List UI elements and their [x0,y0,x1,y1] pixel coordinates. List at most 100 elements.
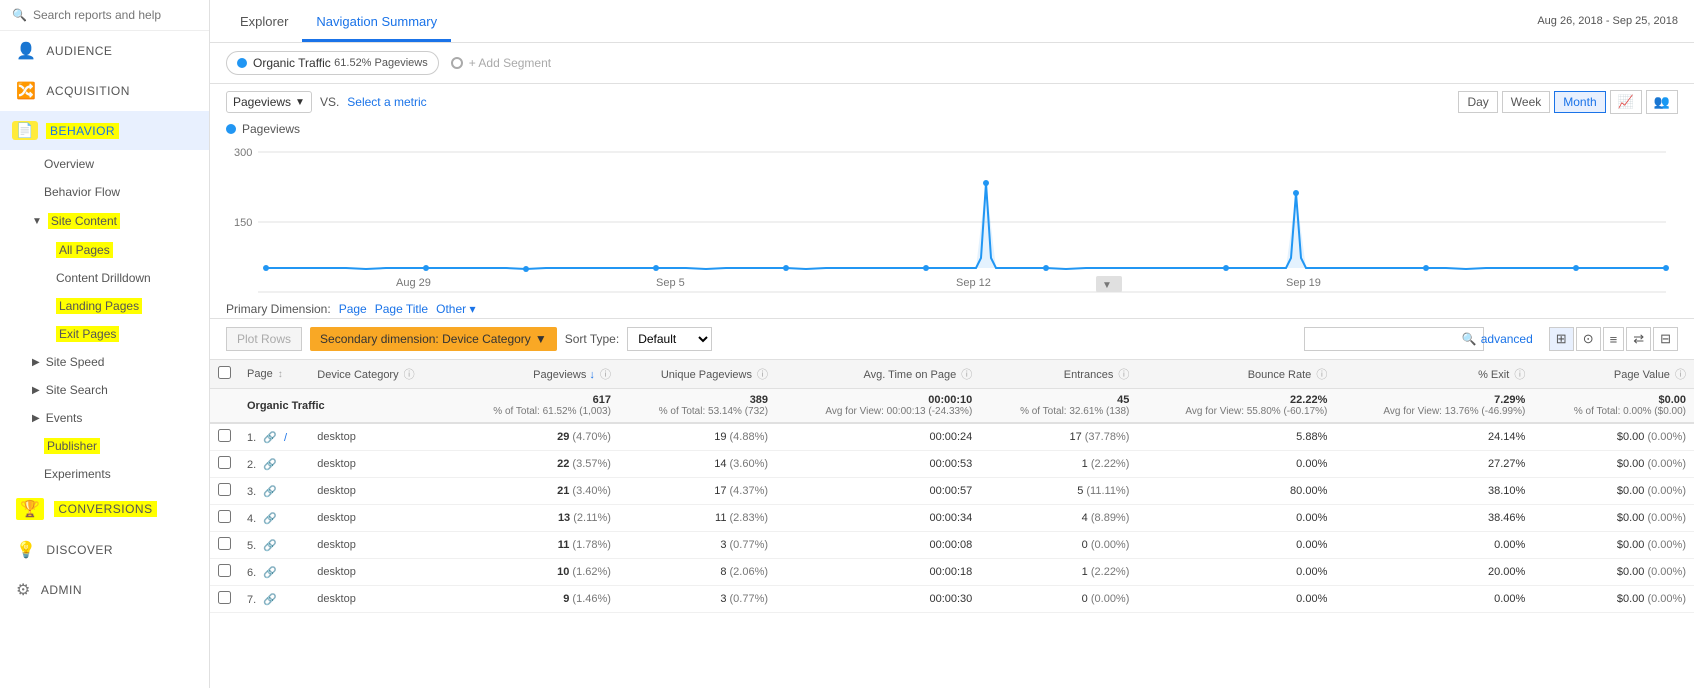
plot-rows-button[interactable]: Plot Rows [226,327,302,351]
list-view-button[interactable]: ≡ [1603,327,1625,351]
row-checkbox-2[interactable] [218,483,231,496]
top-bar: Explorer Navigation Summary Aug 26, 2018… [210,0,1694,43]
row-entrances-cell-5: 1 (2.22%) [980,559,1137,586]
sidebar-item-exit-pages[interactable]: Exit Pages [0,320,209,348]
dim-pagetitle-link[interactable]: Page Title [375,302,428,316]
row-icon-4: 🔗 [263,540,277,552]
sidebar-item-site-search[interactable]: ▶ Site Search [0,376,209,404]
line-chart-button[interactable]: 📈 [1610,90,1642,114]
pivot-view-button[interactable]: ⊟ [1653,327,1678,351]
week-button[interactable]: Week [1502,91,1550,113]
sidebar-item-site-content[interactable]: ▼ Site Content [0,206,209,236]
select-all-checkbox-header[interactable] [210,360,239,389]
row-bounce-rate-cell-1: 0.00% [1137,451,1335,478]
row-checkbox-3[interactable] [218,510,231,523]
sidebar-item-landing-pages[interactable]: Landing Pages [0,292,209,320]
expand-icon-2: ▶ [32,357,40,368]
device-cat-info-icon: ⓘ [404,369,415,381]
table-search-icon[interactable]: 🔍 [1462,332,1477,346]
grid-view-button[interactable]: ⊞ [1549,327,1574,351]
row-unique-pv-cell-4: 3 (0.77%) [619,532,776,559]
admin-icon: ⚙ [16,580,31,600]
row-checkbox-6[interactable] [218,591,231,604]
sidebar-item-admin[interactable]: ⚙ ADMIN [0,570,209,610]
row-page-link-0[interactable]: / [284,432,287,444]
sidebar-item-behavior[interactable]: 📄 BEHAVIOR [0,111,209,150]
search-icon: 🔍 [12,8,27,22]
pct-exit-info-icon: ⓘ [1514,369,1525,381]
bounce-rate-column-header[interactable]: Bounce Rate ⓘ [1137,360,1335,389]
add-segment-wrap[interactable]: + Add Segment [451,56,551,70]
row-checkbox-1[interactable] [218,456,231,469]
row-pageviews-cell-3: 13 (2.11%) [451,505,619,532]
sort-type-select[interactable]: Default [627,327,712,351]
segment-bar: Organic Traffic 61.52% Pageviews + Add S… [210,43,1694,84]
page-column-header[interactable]: Page ↕ [239,360,309,389]
select-metric-link[interactable]: Select a metric [347,95,426,109]
month-button[interactable]: Month [1554,91,1605,113]
row-checkbox-5[interactable] [218,564,231,577]
unique-pageviews-column-header[interactable]: Unique Pageviews ⓘ [619,360,776,389]
row-entrances-cell-4: 0 (0.00%) [980,532,1137,559]
sidebar-item-acquisition[interactable]: 🔀 ACQUISITION [0,71,209,111]
sidebar-item-audience[interactable]: 👤 AUDIENCE [0,31,209,71]
row-page-cell-5: 6. 🔗 [239,559,309,586]
sidebar-item-all-pages[interactable]: All Pages [0,236,209,264]
select-all-checkbox[interactable] [218,366,231,379]
avg-time-column-header[interactable]: Avg. Time on Page ⓘ [776,360,980,389]
row-unique-pv-cell-0: 19 (4.88%) [619,423,776,451]
dim-other-link[interactable]: Other ▾ [436,302,475,316]
sidebar-item-experiments[interactable]: Experiments [0,460,209,488]
row-checkbox-cell-0[interactable] [210,423,239,451]
bar-chart-button[interactable]: 👥 [1646,90,1678,114]
row-checkbox-cell-3[interactable] [210,505,239,532]
vs-label: VS. [320,95,339,109]
device-category-column-header[interactable]: Device Category ⓘ [309,360,451,389]
row-checkbox-0[interactable] [218,429,231,442]
advanced-link[interactable]: advanced [1481,332,1533,346]
row-checkbox-cell-4[interactable] [210,532,239,559]
pageviews-column-header[interactable]: Pageviews ↓ ⓘ [451,360,619,389]
sidebar-item-behavior-flow[interactable]: Behavior Flow [0,178,209,206]
segment-label: Organic Traffic [253,56,331,70]
search-input[interactable] [33,8,173,22]
row-num-4: 5. [247,540,256,552]
row-device-cell-5: desktop [309,559,451,586]
entrances-column-header[interactable]: Entrances ⓘ [980,360,1137,389]
row-checkbox-cell-5[interactable] [210,559,239,586]
compare-view-button[interactable]: ⇄ [1626,327,1651,351]
sidebar-item-site-speed[interactable]: ▶ Site Speed [0,348,209,376]
row-checkbox-cell-2[interactable] [210,478,239,505]
tab-explorer[interactable]: Explorer [226,4,302,42]
row-num-0: 1. [247,432,256,444]
page-value-column-header[interactable]: Page Value ⓘ [1533,360,1694,389]
segment-organic-traffic[interactable]: Organic Traffic 61.52% Pageviews [226,51,439,75]
row-pageviews-cell-5: 10 (1.62%) [451,559,619,586]
secondary-dim-button[interactable]: Secondary dimension: Device Category ▼ [310,327,557,351]
summary-pageviews: 617 % of Total: 61.52% (1,003) [451,389,619,424]
tab-navigation-summary[interactable]: Navigation Summary [302,4,451,42]
svg-text:Sep 12: Sep 12 [956,277,991,289]
discover-icon: 💡 [16,540,36,560]
sidebar-item-conversions[interactable]: 🏆 CONVERSIONS [0,488,209,530]
row-pct-exit-cell-2: 38.10% [1335,478,1533,505]
pie-view-button[interactable]: ⊙ [1576,327,1601,351]
search-bar[interactable]: 🔍 [0,0,209,31]
table-search-input[interactable] [1304,327,1484,351]
add-segment-label[interactable]: + Add Segment [469,56,551,70]
row-checkbox-cell-6[interactable] [210,586,239,613]
row-entrances-cell-0: 17 (37.78%) [980,423,1137,451]
row-pct-exit-cell-4: 0.00% [1335,532,1533,559]
sidebar-item-events[interactable]: ▶ Events [0,404,209,432]
pct-exit-column-header[interactable]: % Exit ⓘ [1335,360,1533,389]
sidebar-item-overview[interactable]: Overview [0,150,209,178]
metric-select[interactable]: Pageviews ▼ [226,91,312,113]
dim-page-link[interactable]: Page [339,302,367,316]
sidebar-item-publisher[interactable]: Publisher [0,432,209,460]
sidebar-item-content-drilldown[interactable]: Content Drilldown [0,264,209,292]
summary-avg-time: 00:00:10 Avg for View: 00:00:13 (-24.33%… [776,389,980,424]
day-button[interactable]: Day [1458,91,1497,113]
row-checkbox-cell-1[interactable] [210,451,239,478]
sidebar-item-discover[interactable]: 💡 DISCOVER [0,530,209,570]
row-checkbox-4[interactable] [218,537,231,550]
